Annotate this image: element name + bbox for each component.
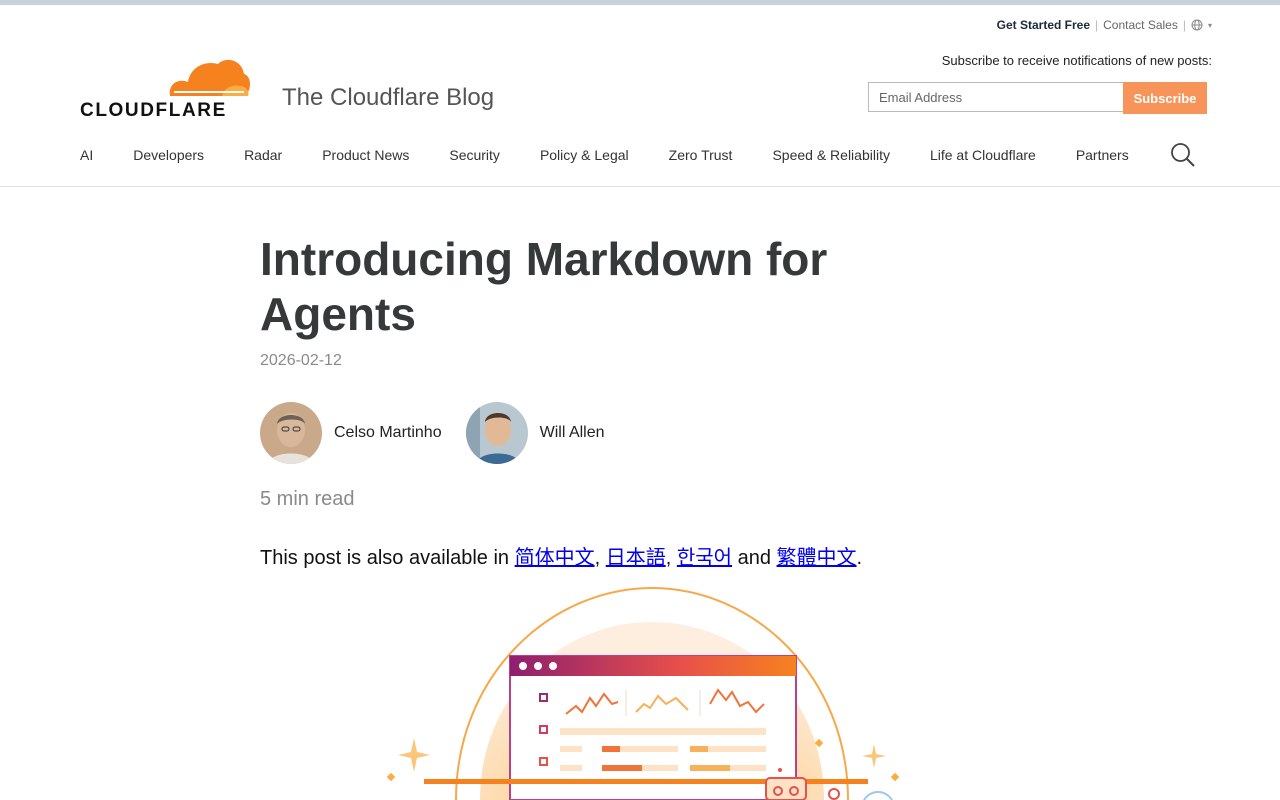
nav-item-partners[interactable]: Partners [1076, 147, 1129, 163]
nav-item-product-news[interactable]: Product News [322, 147, 409, 163]
read-time: 5 min read [260, 488, 355, 510]
nav-item-speed-reliability[interactable]: Speed & Reliability [772, 147, 890, 163]
cloudflare-logo[interactable]: CLOUDFLARE [80, 58, 252, 121]
hero-illustration [380, 586, 920, 800]
article-title: Introducing Markdown for Agents [260, 233, 828, 340]
cloud-icon [169, 59, 250, 96]
nav-item-policy-legal[interactable]: Policy & Legal [540, 147, 629, 163]
nav-item-ai[interactable]: AI [80, 147, 93, 163]
comma: , [665, 547, 672, 569]
link-simplified-chinese[interactable]: 简体中文 [515, 547, 595, 569]
nav-item-developers[interactable]: Developers [133, 147, 204, 163]
top-accent-bar [0, 0, 1280, 5]
link-korean[interactable]: 한국어 [677, 547, 732, 569]
link-traditional-chinese[interactable]: 繁體中文 [777, 547, 857, 569]
author-name[interactable]: Celso Martinho [334, 424, 442, 442]
article: Introducing Markdown for Agents 2026-02-… [260, 232, 920, 570]
search-icon[interactable] [1170, 142, 1196, 168]
avatar[interactable] [465, 402, 528, 464]
header-divider [0, 186, 1280, 187]
author-celso-martinho[interactable]: Celso Martinho [260, 402, 442, 464]
main-nav: AI Developers Radar Product News Securit… [80, 143, 1195, 167]
email-input[interactable] [868, 82, 1123, 112]
subscribe-button[interactable]: Subscribe [1123, 82, 1207, 114]
translation-notice: This post is also available in 简体中文, 日本語… [260, 541, 920, 570]
logo-wordmark: CLOUDFLARE [80, 100, 227, 121]
and-text: and [737, 547, 771, 569]
period: . [856, 547, 863, 569]
link-japanese[interactable]: 日本語 [606, 547, 666, 569]
utility-links: Get Started Free | Contact Sales | ▾ [997, 18, 1212, 32]
globe-icon[interactable] [1191, 19, 1203, 31]
author-will-allen[interactable]: Will Allen [465, 402, 605, 464]
language-dropdown-icon[interactable]: ▾ [1208, 21, 1212, 30]
nav-item-security[interactable]: Security [449, 147, 500, 163]
nav-item-radar[interactable]: Radar [244, 147, 282, 163]
nav-item-zero-trust[interactable]: Zero Trust [669, 147, 733, 163]
publish-date: 2026-02-12 [260, 352, 342, 369]
separator: | [1095, 18, 1099, 32]
author-list: Celso Martinho Will Allen [260, 402, 920, 464]
translation-prefix: This post is also available in [260, 547, 510, 569]
subscribe-label: Subscribe to receive notifications of ne… [941, 53, 1212, 68]
contact-sales-link[interactable]: Contact Sales [1103, 18, 1178, 32]
nav-item-life-at-cloudflare[interactable]: Life at Cloudflare [930, 147, 1036, 163]
get-started-link[interactable]: Get Started Free [997, 18, 1090, 32]
avatar[interactable] [260, 402, 322, 464]
subscribe-form: Subscribe [868, 82, 1207, 114]
blog-title[interactable]: The Cloudflare Blog [282, 84, 494, 112]
author-name[interactable]: Will Allen [540, 424, 605, 442]
comma: , [594, 547, 601, 569]
separator: | [1182, 18, 1186, 32]
